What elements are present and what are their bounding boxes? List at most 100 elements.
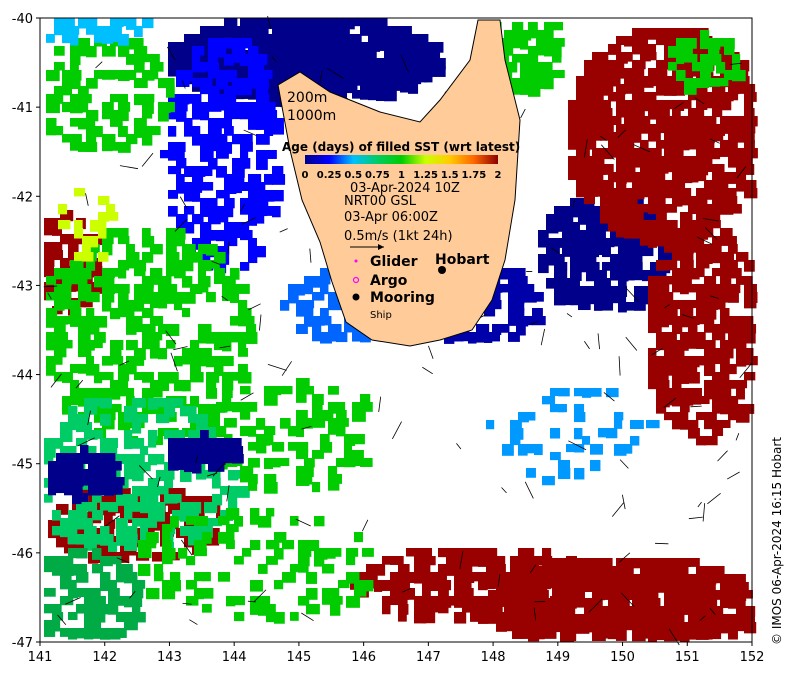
sst-cell	[110, 228, 119, 238]
sst-cell	[64, 453, 73, 462]
mooring-marker-icon	[352, 293, 360, 301]
current-vector	[540, 328, 546, 346]
sst-cell	[304, 276, 314, 285]
sst-cell	[542, 476, 555, 486]
sst-cell	[360, 458, 373, 467]
sst-cell	[656, 124, 665, 134]
sst-cell	[344, 442, 353, 451]
sst-cell	[554, 270, 568, 279]
sst-cell	[112, 461, 122, 471]
sst-cell	[618, 262, 628, 272]
depth-label-1000m: 1000m	[287, 108, 336, 124]
sst-cell	[736, 582, 749, 591]
sst-cell	[486, 420, 495, 430]
sst-cell	[744, 140, 755, 149]
sst-cell	[102, 388, 111, 400]
sst-cell	[272, 442, 285, 452]
sst-cell	[720, 100, 732, 111]
sst-cell	[362, 580, 374, 592]
sst-cell	[216, 462, 225, 472]
sst-cell	[272, 206, 281, 218]
sst-cell	[212, 494, 223, 506]
sst-cell	[170, 516, 179, 528]
sst-cell	[680, 404, 690, 413]
sst-cell	[736, 606, 745, 615]
sst-cell	[264, 126, 274, 137]
sst-cell	[462, 588, 474, 597]
sst-cell	[700, 78, 709, 88]
sst-cell	[536, 630, 545, 640]
sst-cell	[528, 22, 538, 32]
sst-cell	[320, 58, 329, 67]
sst-cell	[304, 308, 314, 317]
sst-cell	[590, 388, 602, 397]
y-tick-label: -41	[12, 101, 33, 116]
sst-cell	[536, 30, 545, 39]
sst-cell	[680, 340, 689, 351]
sst-cell	[584, 196, 596, 205]
sst-cell	[70, 380, 80, 389]
current-vector	[688, 516, 703, 520]
sst-cell	[704, 436, 718, 446]
sst-cell	[590, 444, 603, 455]
current-vector	[362, 519, 369, 532]
sst-cell	[78, 94, 92, 104]
sst-cell	[100, 414, 111, 426]
sst-cell	[646, 420, 660, 429]
sst-cell	[132, 518, 142, 527]
sst-cell	[312, 482, 321, 493]
sst-cell	[118, 94, 129, 104]
sst-cell	[60, 526, 69, 538]
sst-cell	[198, 348, 212, 357]
sst-cell	[696, 188, 705, 197]
sst-cell	[264, 394, 278, 406]
sst-cell	[70, 62, 79, 72]
sst-cell	[624, 590, 633, 601]
sst-cell	[288, 26, 298, 35]
sst-cell	[238, 340, 247, 350]
sst-cell	[446, 548, 455, 557]
sst-cell	[54, 94, 64, 104]
sst-cell	[142, 284, 154, 294]
sst-cell	[150, 126, 161, 136]
sst-cell	[124, 510, 133, 520]
sst-cell	[138, 564, 151, 576]
sst-cell	[648, 630, 657, 642]
sst-cell	[192, 54, 201, 63]
sst-cell	[46, 340, 55, 351]
sst-cell	[100, 580, 110, 592]
sst-cell	[112, 477, 125, 486]
sst-cell	[732, 70, 746, 82]
sst-cell	[680, 284, 689, 295]
sst-cell	[68, 414, 77, 423]
sst-cell	[712, 268, 721, 277]
sst-cell	[256, 214, 265, 224]
sst-cell	[582, 572, 595, 581]
sst-cell	[664, 292, 674, 301]
sst-cell	[202, 604, 212, 613]
sst-cell	[54, 62, 65, 71]
sst-cell	[234, 556, 244, 565]
sst-cell	[684, 54, 698, 63]
current-time: 03-Apr 06:00Z	[344, 210, 438, 225]
sst-cell	[126, 244, 135, 254]
sst-cell	[552, 70, 565, 79]
legend-argo: Argo	[370, 273, 408, 289]
sst-cell	[602, 294, 611, 303]
sst-cell	[272, 126, 285, 135]
sst-cell	[392, 34, 401, 43]
sst-cell	[158, 300, 168, 309]
sst-cell	[240, 134, 253, 143]
sst-cell	[344, 50, 353, 59]
sst-cell	[216, 118, 225, 129]
sst-cell	[542, 580, 551, 590]
sst-cell	[168, 126, 177, 137]
sst-cell	[688, 132, 697, 142]
current-vector	[611, 501, 625, 517]
sst-cell	[704, 630, 713, 640]
sst-cell	[524, 284, 535, 293]
sst-cell	[68, 628, 78, 640]
sst-cell	[142, 54, 151, 63]
sst-cell	[106, 212, 119, 221]
sst-cell	[614, 420, 623, 429]
